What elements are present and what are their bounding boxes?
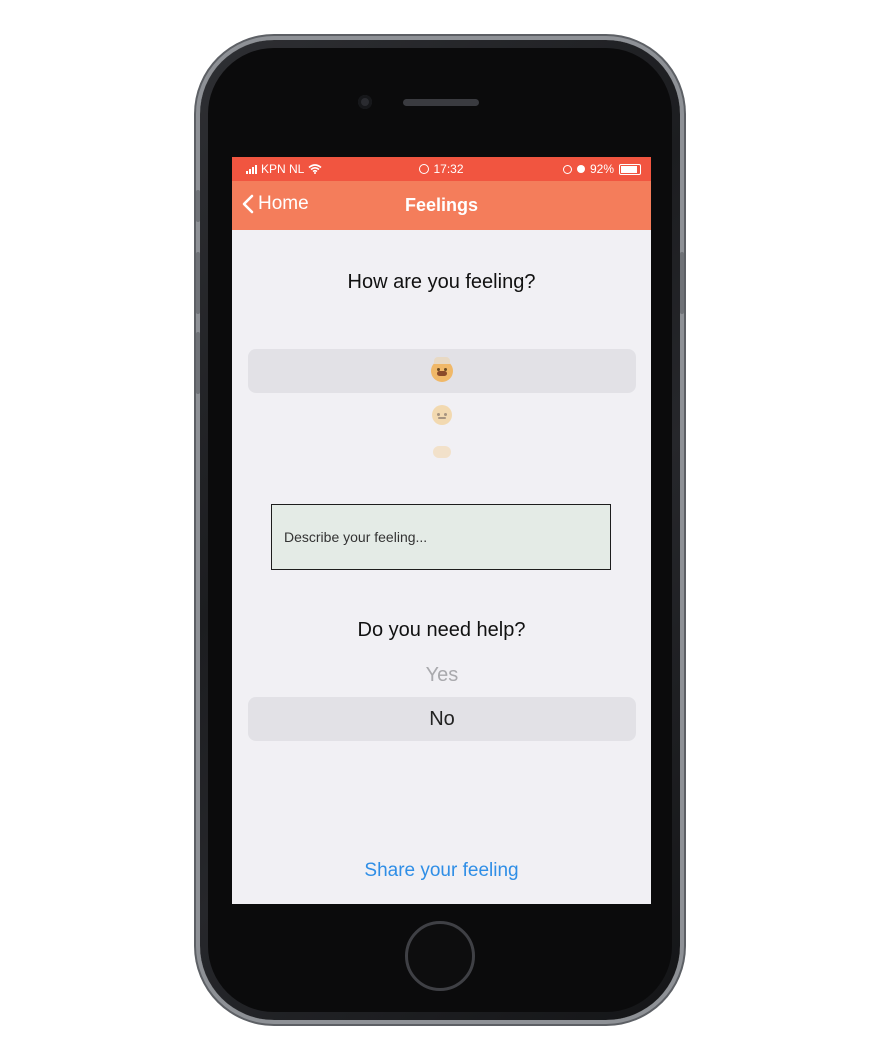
mute-switch bbox=[196, 190, 200, 222]
status-bar: KPN NL 17:32 92% bbox=[232, 157, 651, 181]
nav-bar: Home Feelings bbox=[232, 181, 651, 230]
feeling-option[interactable] bbox=[248, 437, 636, 467]
describe-feeling-input[interactable]: Describe your feeling... bbox=[271, 504, 611, 570]
front-camera bbox=[358, 95, 372, 109]
expressionless-face-emoji-icon bbox=[433, 446, 451, 458]
location-icon bbox=[562, 164, 572, 174]
alarm-icon bbox=[576, 165, 585, 173]
describe-placeholder: Describe your feeling... bbox=[284, 529, 428, 545]
battery-percent: 92% bbox=[589, 162, 614, 176]
battery-icon bbox=[619, 163, 641, 175]
feeling-option-selected[interactable] bbox=[248, 349, 636, 393]
feeling-picker[interactable] bbox=[248, 349, 636, 467]
share-feeling-button[interactable]: Share your feeling bbox=[232, 860, 651, 882]
help-question: Do you need help? bbox=[357, 619, 526, 641]
volume-up-button bbox=[196, 252, 200, 314]
page-title: Feelings bbox=[404, 195, 479, 215]
app-screen: KPN NL 17:32 92% Home Feelings How are y… bbox=[232, 157, 651, 904]
feeling-option[interactable] bbox=[248, 393, 636, 437]
feeling-question: How are you feeling? bbox=[347, 271, 536, 293]
help-picker[interactable]: Yes No bbox=[248, 653, 636, 741]
help-option-no[interactable]: No bbox=[248, 697, 636, 741]
help-option-yes[interactable]: Yes bbox=[248, 653, 636, 697]
neutral-face-emoji-icon bbox=[432, 405, 452, 425]
power-button bbox=[680, 252, 684, 314]
volume-down-button bbox=[196, 332, 200, 394]
exploding-head-emoji-icon bbox=[431, 357, 453, 382]
orientation-lock-icon bbox=[419, 164, 430, 174]
earpiece-speaker bbox=[403, 99, 479, 106]
status-time: 17:32 bbox=[433, 162, 464, 176]
home-button[interactable] bbox=[405, 921, 475, 991]
